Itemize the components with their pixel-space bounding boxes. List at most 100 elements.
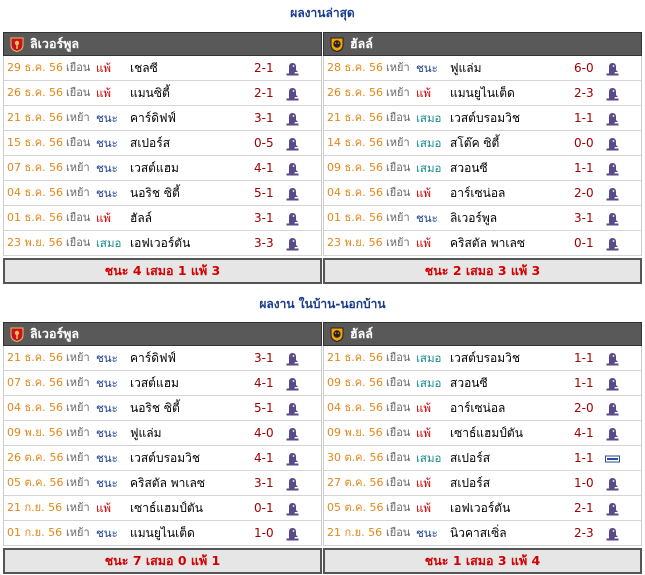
opponent-link[interactable]: เวสต์บรอมวิช: [450, 106, 520, 130]
opponent-link[interactable]: คริสตัล พาเลซ: [130, 471, 205, 495]
match-score: 2-1: [254, 61, 274, 75]
match-score: 5-1: [254, 186, 274, 200]
result-label: ชนะ: [416, 526, 438, 540]
result-label: ชนะ: [96, 426, 118, 440]
opponent-link[interactable]: เอฟเวอร์ตัน: [450, 496, 510, 520]
premier-league-icon: [285, 85, 300, 101]
panel-hull-recent: ฮัลล์ 28 ธ.ค. 56 เหย้า ชนะ ฟูแล่ม 6-0 26 ธ.ค.…: [323, 32, 642, 284]
opponent-link[interactable]: สเปอร์ส: [450, 471, 490, 495]
match-date: 21 ธ.ค. 56: [327, 111, 384, 124]
opponent-link[interactable]: สเปอร์ส: [450, 446, 490, 470]
match-score: 2-0: [574, 401, 594, 415]
match-row: 23 พ.ย. 56 เยือน เสมอ เอฟเวอร์ตัน 3-3: [4, 231, 321, 256]
team-name: ลิเวอร์พูล: [30, 326, 80, 341]
match-score: 3-1: [254, 111, 274, 125]
opponent-link[interactable]: คาร์ดิฟฟ์: [130, 346, 176, 370]
home-away-label: เยือน: [386, 451, 411, 464]
match-date: 04 ธ.ค. 56: [327, 186, 384, 199]
match-date: 09 พ.ย. 56: [7, 426, 63, 439]
premier-league-icon: [605, 185, 620, 201]
home-away-label: เหย้า: [66, 526, 90, 539]
match-score: 3-1: [254, 476, 274, 490]
opponent-link[interactable]: เอฟเวอร์ตัน: [130, 231, 190, 255]
match-row: 21 ธ.ค. 56 เยือน เสมอ เวสต์บรอมวิช 1-1: [324, 106, 641, 131]
match-score: 1-1: [574, 111, 594, 125]
home-away-label: เหย้า: [386, 211, 410, 224]
opponent-link[interactable]: สโต๊ค ซิตี้: [450, 131, 499, 155]
match-score: 0-1: [574, 236, 594, 250]
opponent-link[interactable]: ลิเวอร์พูล: [450, 206, 497, 230]
premier-league-icon: [605, 210, 620, 226]
opponent-link[interactable]: เซาธ์แฮมป์ตัน: [130, 496, 203, 520]
match-score: 1-0: [254, 526, 274, 540]
match-score: 5-1: [254, 401, 274, 415]
premier-league-icon: [285, 425, 300, 441]
home-away-label: เหย้า: [66, 161, 90, 174]
match-score: 3-3: [254, 236, 274, 250]
opponent-link[interactable]: นอริช ซิตี้: [130, 181, 180, 205]
match-row: 09 ธ.ค. 56 เยือน เสมอ สวอนซี 1-1: [324, 156, 641, 181]
match-row: 01 ธ.ค. 56 เหย้า ชนะ ลิเวอร์พูล 3-1: [324, 206, 641, 231]
result-label: แพ้: [96, 61, 111, 75]
opponent-link[interactable]: ฟูแล่ม: [130, 421, 162, 445]
match-score: 0-0: [574, 136, 594, 150]
opponent-link[interactable]: คริสตัล พาเลซ: [450, 231, 525, 255]
liverpool-crest-icon: [10, 327, 24, 342]
results-list: 21 ธ.ค. 56 เหย้า ชนะ คาร์ดิฟฟ์ 3-1 07 ธ.ค. 56…: [3, 346, 322, 546]
opponent-link[interactable]: นิวคาสเซิ่ล: [450, 521, 507, 545]
result-label: แพ้: [416, 86, 431, 100]
match-score: 1-1: [574, 161, 594, 175]
opponent-link[interactable]: อาร์เซน่อล: [450, 181, 505, 205]
result-label: ชนะ: [416, 61, 438, 75]
opponent-link[interactable]: ฟูแล่ม: [450, 56, 482, 80]
opponent-link[interactable]: สเปอร์ส: [130, 131, 170, 155]
team-name: ฮัลล์: [350, 36, 373, 51]
home-away-label: เหย้า: [386, 61, 410, 74]
match-score: 4-0: [254, 426, 274, 440]
opponent-link[interactable]: เชลซี: [130, 56, 158, 80]
opponent-link[interactable]: แมนยูไนเต็ด: [450, 81, 515, 105]
result-label: แพ้: [416, 236, 431, 250]
premier-league-icon: [605, 85, 620, 101]
match-row: 04 ธ.ค. 56 เหย้า ชนะ นอริช ซิตี้ 5-1: [4, 181, 321, 206]
result-label: แพ้: [416, 186, 431, 200]
hull-crest-icon: [330, 327, 344, 342]
match-date: 23 พ.ย. 56: [327, 236, 383, 249]
opponent-link[interactable]: เซาธ์แฮมป์ตัน: [450, 421, 523, 445]
result-label: ชนะ: [96, 451, 118, 465]
match-row: 01 ก.ย. 56 เหย้า ชนะ แมนยูไนเต็ด 1-0: [4, 521, 321, 546]
match-score: 0-1: [254, 501, 274, 515]
premier-league-icon: [605, 235, 620, 251]
match-score: 1-1: [574, 451, 594, 465]
match-score: 3-1: [574, 211, 594, 225]
opponent-link[interactable]: เวสต์แฮม: [130, 371, 179, 395]
match-row: 15 ธ.ค. 56 เยือน ชนะ สเปอร์ส 0-5: [4, 131, 321, 156]
opponent-link[interactable]: ฮัลล์: [130, 206, 152, 230]
match-date: 21 ธ.ค. 56: [7, 351, 64, 364]
opponent-link[interactable]: แมนซิตี้: [130, 81, 170, 105]
opponent-link[interactable]: แมนยูไนเต็ด: [130, 521, 195, 545]
opponent-link[interactable]: อาร์เซน่อล: [450, 396, 505, 420]
opponent-link[interactable]: คาร์ดิฟฟ์: [130, 106, 176, 130]
panel-hull-away: ฮัลล์ 21 ธ.ค. 56 เยือน เสมอ เวสต์บรอมวิช 1-1…: [323, 322, 642, 574]
result-label: ชนะ: [96, 111, 118, 125]
opponent-link[interactable]: เวสต์บรอมวิช: [450, 346, 520, 370]
match-date: 05 ต.ค. 56: [7, 476, 64, 489]
result-label: แพ้: [96, 211, 111, 225]
opponent-link[interactable]: นอริช ซิตี้: [130, 396, 180, 420]
opponent-link[interactable]: สวอนซี: [450, 156, 488, 180]
result-label: เสมอ: [416, 451, 442, 465]
opponent-link[interactable]: เวสต์บรอมวิช: [130, 446, 200, 470]
opponent-link[interactable]: เวสต์แฮม: [130, 156, 179, 180]
home-away-label: เยือน: [66, 236, 91, 249]
league-cup-icon: [605, 450, 620, 465]
section-title-home-away: ผลงาน ในบ้าน-นอกบ้าน: [259, 297, 386, 311]
premier-league-icon: [285, 375, 300, 391]
team-header-hull: ฮัลล์: [323, 322, 642, 346]
hull-crest-icon: [330, 37, 344, 52]
match-row: 04 ธ.ค. 56 เหย้า ชนะ นอริช ซิตี้ 5-1: [4, 396, 321, 421]
match-score: 4-1: [254, 376, 274, 390]
opponent-link[interactable]: สวอนซี: [450, 371, 488, 395]
match-date: 01 ธ.ค. 56: [7, 211, 64, 224]
match-date: 09 พ.ย. 56: [327, 426, 383, 439]
